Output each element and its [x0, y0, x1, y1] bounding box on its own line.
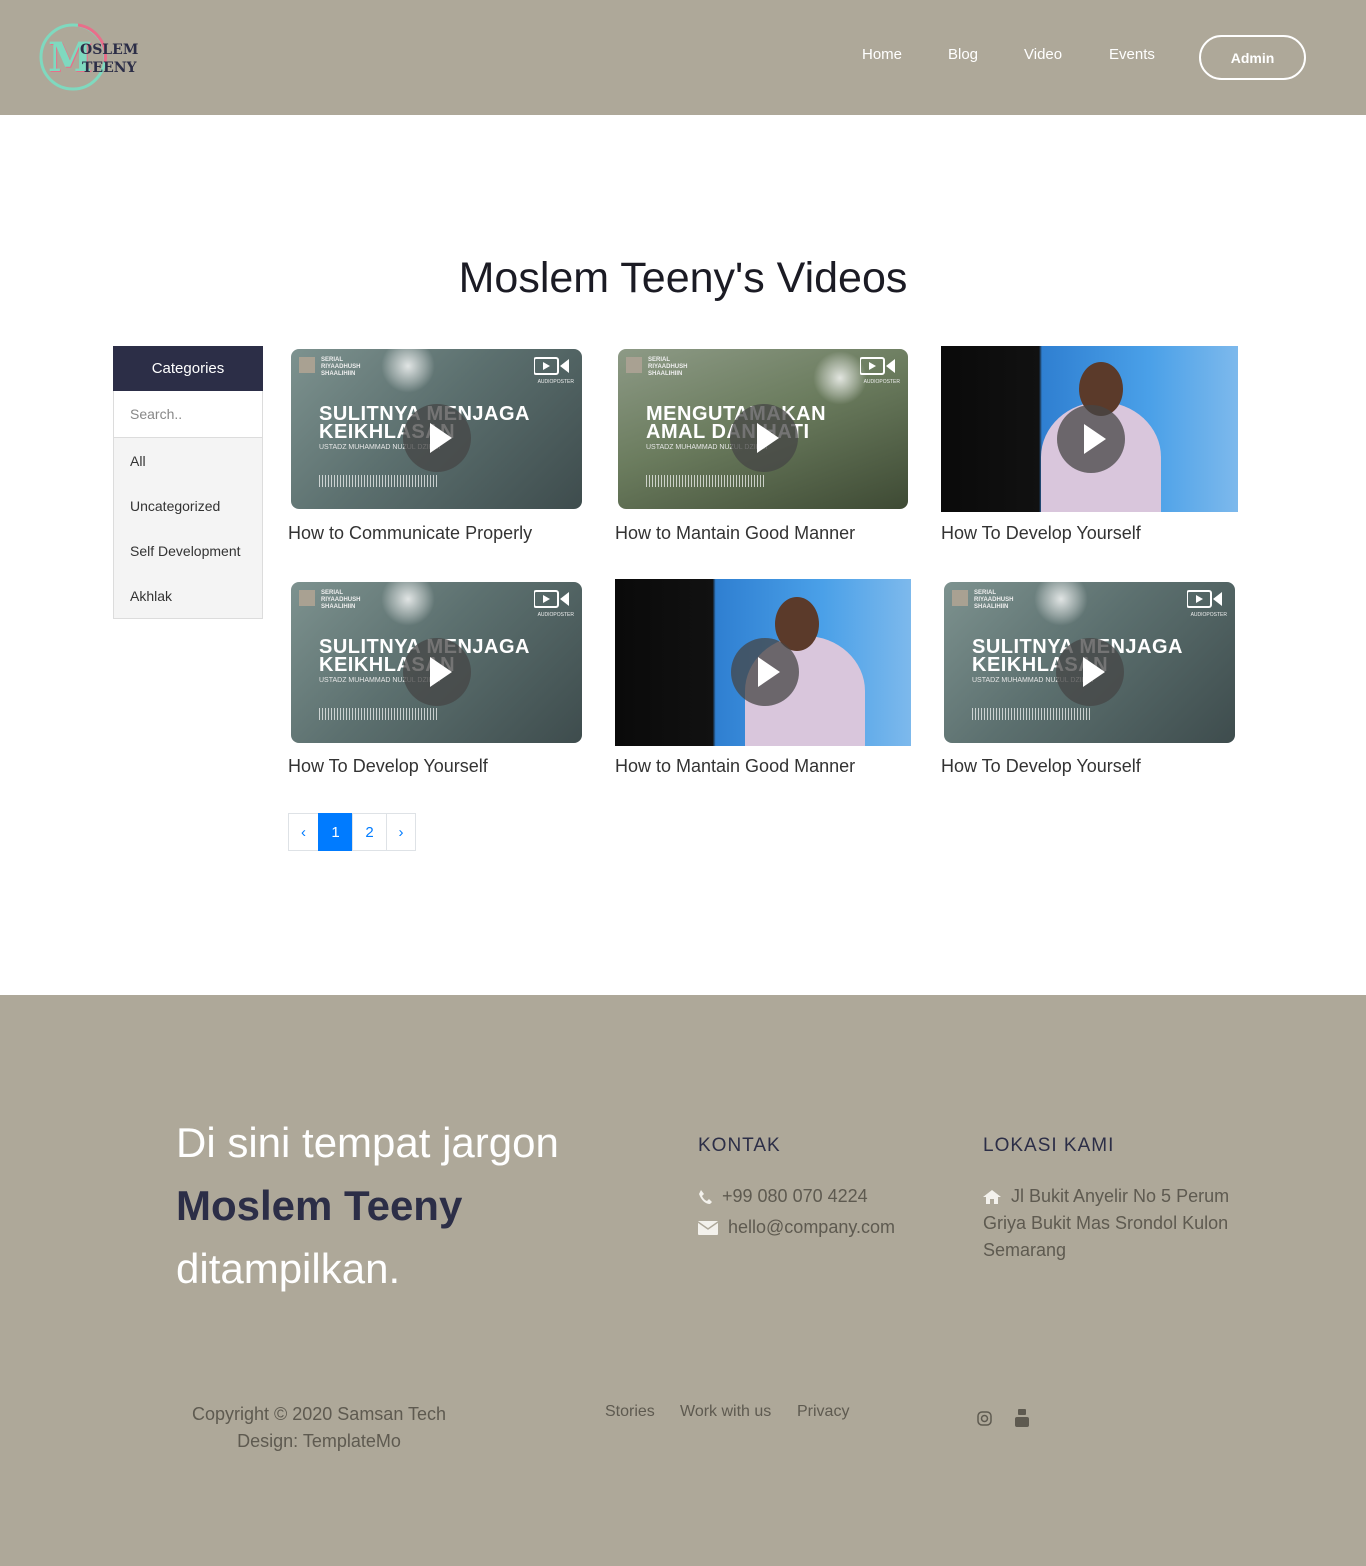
site-footer: Di sini tempat jargon Moslem Teeny ditam…: [0, 995, 1366, 1566]
poster-badge: AUDIOPOSTER: [537, 379, 574, 385]
video-title[interactable]: How to Mantain Good Manner: [615, 523, 855, 544]
nav-video[interactable]: Video: [1024, 46, 1062, 63]
video-thumbnail[interactable]: SERIAL RIYAADHUSH SHAALIHIIN AUDIOPOSTER…: [618, 349, 908, 509]
video-camera-icon: [534, 590, 569, 608]
poster-series: SERIAL RIYAADHUSH SHAALIHIIN: [626, 357, 694, 378]
audio-wave-icon: [972, 708, 1092, 720]
page-title: Moslem Teeny's Videos: [458, 254, 908, 302]
tagline-line1: Di sini tempat jargon: [176, 1119, 559, 1166]
tagline-line3: ditampilkan.: [176, 1245, 401, 1292]
video-camera-icon: [534, 357, 569, 375]
video-title[interactable]: How To Develop Yourself: [288, 756, 488, 777]
video-camera-icon: [860, 357, 895, 375]
category-uncategorized[interactable]: Uncategorized: [114, 483, 262, 528]
footer-link-work-with-us[interactable]: Work with us: [680, 1403, 771, 1421]
video-title[interactable]: How to Mantain Good Manner: [615, 756, 855, 777]
pagination-page-1[interactable]: 1: [318, 813, 353, 851]
categories-sidebar: Categories Search.. All Uncategorized Se…: [113, 346, 263, 619]
copyright: Copyright © 2020 Samsan Tech Design: Tem…: [191, 1404, 447, 1451]
play-icon[interactable]: [1057, 405, 1125, 473]
poster-series: SERIAL RIYAADHUSH SHAALIHIIN: [299, 357, 367, 378]
play-icon[interactable]: [403, 404, 471, 472]
video-camera-icon: [1187, 590, 1222, 608]
video-title[interactable]: How To Develop Yourself: [941, 756, 1141, 777]
play-icon[interactable]: [730, 404, 798, 472]
youtube-icon[interactable]: [1015, 1409, 1029, 1427]
poster-series: SERIAL RIYAADHUSH SHAALIHIIN: [952, 590, 1020, 611]
footer-link-privacy[interactable]: Privacy: [797, 1403, 849, 1421]
audio-wave-icon: [319, 475, 439, 487]
logo-text-top: OSLEM: [80, 42, 139, 58]
category-self-development[interactable]: Self Development: [114, 528, 262, 573]
nav-blog[interactable]: Blog: [948, 46, 978, 63]
play-icon[interactable]: [731, 638, 799, 706]
phone-icon: [699, 1190, 712, 1205]
logo-text-bottom: TEENY: [82, 60, 137, 76]
video-title[interactable]: How To Develop Yourself: [941, 523, 1141, 544]
dandelion-image: [813, 351, 867, 405]
poster-badge: AUDIOPOSTER: [863, 379, 900, 385]
audio-wave-icon: [646, 475, 766, 487]
pagination: ‹ 1 2 ›: [288, 813, 416, 851]
poster-series: SERIAL RIYAADHUSH SHAALIHIIN: [299, 590, 367, 611]
tagline-brand: Moslem Teeny: [176, 1182, 463, 1229]
nav-home[interactable]: Home: [862, 46, 902, 63]
nav-events[interactable]: Events: [1109, 46, 1155, 63]
envelope-icon: [698, 1221, 718, 1236]
contact-heading: KONTAK: [698, 1135, 781, 1156]
category-akhlak[interactable]: Akhlak: [114, 573, 262, 618]
contact-email[interactable]: hello@company.com: [698, 1214, 895, 1241]
admin-button[interactable]: Admin: [1199, 35, 1306, 80]
home-icon: [983, 1190, 1001, 1205]
audio-wave-icon: [319, 708, 439, 720]
play-icon[interactable]: [1056, 638, 1124, 706]
site-header: M OSLEM TEENY Home Blog Video Events Adm…: [0, 0, 1366, 115]
poster-badge: AUDIOPOSTER: [1190, 612, 1227, 618]
address: Jl Bukit Anyelir No 5 Perum Griya Bukit …: [983, 1186, 1230, 1260]
category-list: All Uncategorized Self Development Akhla…: [113, 438, 263, 619]
category-all[interactable]: All: [114, 438, 262, 483]
pagination-prev[interactable]: ‹: [288, 813, 319, 851]
footer-link-stories[interactable]: Stories: [605, 1403, 655, 1421]
video-thumbnail[interactable]: SERIAL RIYAADHUSH SHAALIHIIN AUDIOPOSTER…: [291, 582, 582, 743]
video-thumbnail[interactable]: SERIAL RIYAADHUSH SHAALIHIIN AUDIOPOSTER…: [944, 582, 1235, 743]
site-logo[interactable]: M OSLEM TEENY: [38, 22, 138, 92]
video-thumbnail[interactable]: [941, 346, 1238, 512]
video-title[interactable]: How to Communicate Properly: [288, 523, 532, 544]
pagination-next[interactable]: ›: [386, 813, 416, 851]
footer-tagline: Di sini tempat jargon Moslem Teeny ditam…: [176, 1111, 636, 1300]
category-search-input[interactable]: Search..: [113, 391, 263, 438]
play-icon[interactable]: [403, 638, 471, 706]
pagination-page-2[interactable]: 2: [352, 813, 387, 851]
instagram-icon[interactable]: [977, 1411, 992, 1426]
video-thumbnail[interactable]: SERIAL RIYAADHUSH SHAALIHIIN AUDIOPOSTER…: [291, 349, 582, 509]
location-heading: LOKASI KAMI: [983, 1135, 1115, 1156]
contact-phone[interactable]: +99 080 070 4224: [698, 1183, 868, 1210]
video-thumbnail[interactable]: [615, 579, 911, 746]
poster-badge: AUDIOPOSTER: [537, 612, 574, 618]
categories-header: Categories: [113, 346, 263, 391]
